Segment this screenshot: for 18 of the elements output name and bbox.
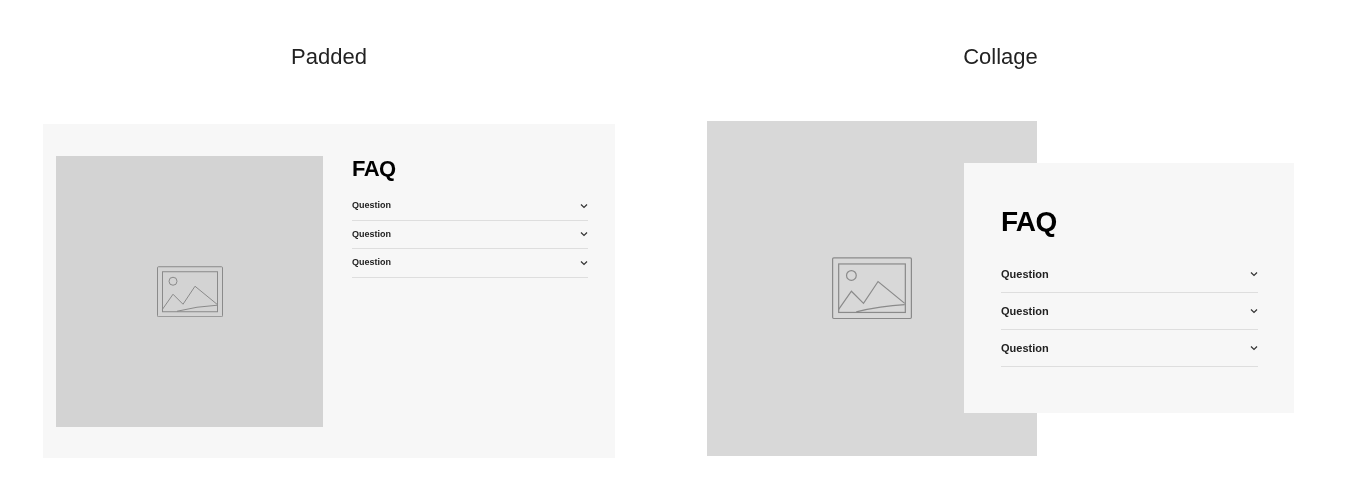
faq-question[interactable]: Question [352,220,588,249]
faq-question[interactable]: Question [1001,293,1258,330]
section-title: Collage [963,43,1038,71]
faq-question[interactable]: Question [352,249,588,278]
chevron-icon [580,259,588,266]
faq-question[interactable]: Question [352,192,588,221]
faq-question[interactable]: Question [1001,256,1258,293]
chevron-icon [580,231,588,238]
faq-heading: FAQ [1001,208,1058,236]
section-title: Padded [291,43,367,71]
faq-question[interactable]: Question [1001,330,1258,367]
chevron-icon [580,202,588,209]
image-placeholder-icon [156,265,223,318]
chevron-icon [1250,271,1258,277]
chevron-icon [1250,308,1258,314]
faq-heading: FAQ [352,158,397,180]
chevron-icon [1250,345,1258,351]
image-placeholder-icon [832,257,912,320]
